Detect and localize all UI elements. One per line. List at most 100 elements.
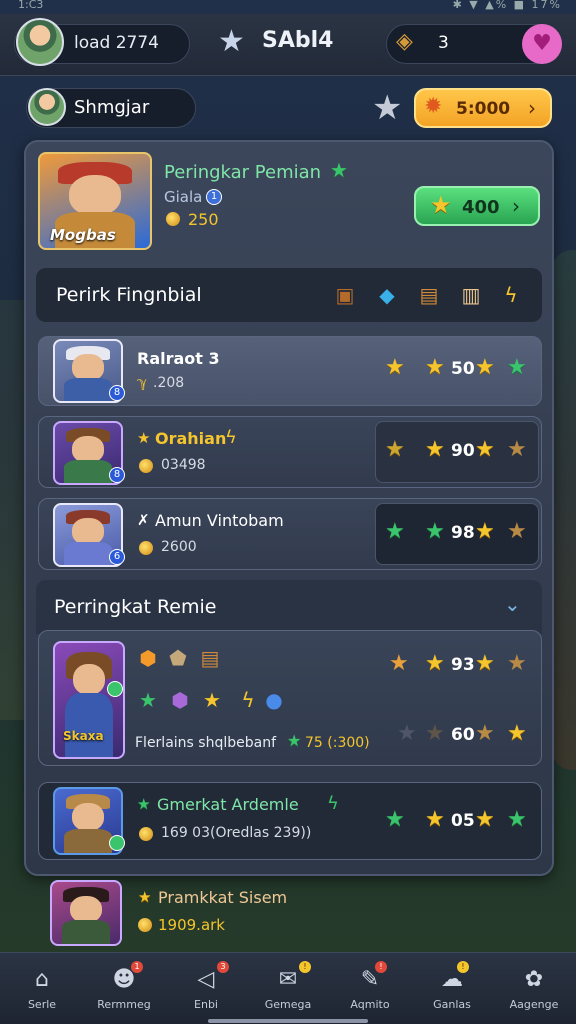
row-score: 50 [451, 359, 475, 379]
lightning-icon: ϟ [504, 283, 518, 307]
star-icon: ★ [138, 888, 152, 906]
star-icon: ★ [385, 355, 405, 380]
nav-item-aqmito[interactable]: ✎ ! Aqmito [329, 953, 411, 1024]
bottom-row-sub: 1909.ark [158, 916, 225, 934]
gear-icon: ✿ [524, 967, 544, 992]
home-indicator [208, 1019, 368, 1023]
row-sub: .208 [153, 375, 185, 391]
background-art-right [552, 250, 576, 770]
row-score: 90 [451, 441, 475, 461]
nav-label: Rermmeg [97, 998, 151, 1011]
hero-title-star-icon: ★ [330, 158, 348, 182]
row-sub: 169 03(Oredlas 239)) [161, 825, 312, 841]
shield-icon: ⬟ [169, 646, 187, 670]
row-name-prefix: ★ [137, 429, 151, 447]
nav-item-gemega[interactable]: ✉ ! Gemega [247, 953, 329, 1024]
gold-icon: ✹ [424, 94, 443, 119]
featured-card[interactable]: Skaxa ⬢ ⬟ ▤ ★ ⬢ ★ ϟ ● Flerlains shqlbeba… [38, 630, 542, 766]
green-star-icon: ★ [139, 688, 157, 712]
chevron-down-icon[interactable]: ⌄ [504, 592, 521, 616]
nav-label: Aqmito [350, 998, 390, 1011]
bottom-row-portrait[interactable] [50, 880, 122, 946]
gold-button[interactable]: ✹ 5:000 › [414, 88, 552, 128]
nav-label: Enbi [194, 998, 218, 1011]
row-rank-badge [109, 835, 125, 851]
star-icon: ★ [425, 651, 445, 676]
treasure-icon: ◈ [396, 29, 413, 54]
hero-claim-button[interactable]: ★ 400 › [414, 186, 540, 226]
dim-star-icon: ★ [425, 721, 445, 746]
star-icon: ★ [425, 437, 445, 462]
row-score: 98 [451, 523, 475, 543]
status-right: ✱ ▼ ▲% ■ 17% [452, 0, 562, 11]
star-icon: ★ [425, 807, 445, 832]
star-icon: ★ [475, 651, 495, 676]
hero-coins: 250 [188, 210, 219, 229]
nav-item-serle[interactable]: ⌂ Serle [1, 953, 83, 1024]
star-icon: ★ [475, 807, 495, 832]
nav-badge: ! [375, 961, 387, 973]
row-name: Ralraot 3 [137, 349, 220, 368]
coin-icon [138, 918, 152, 932]
list-item[interactable]: 6 ✗ Amun Vintobam 2600 ★ ★ 98 ★ ★ [38, 498, 542, 570]
row-name: Orahian [155, 429, 227, 448]
profile-name: Shmgjar [74, 97, 150, 118]
chest-icon: ▣ [335, 283, 355, 307]
bottom-nav: ⌂ Serle ☻ 1 Rermmeg ◁ 3 Enbi ✉ ! Gemega … [0, 952, 576, 1024]
list-item[interactable]: 8 ★ Orahian ϟ 03498 ★ ★ 90 ★ ★ [38, 416, 542, 488]
row-sub-prefix: ℽ [137, 375, 148, 391]
nav-badge: ! [299, 961, 311, 973]
featured-bottom-value: 75 (:300) [305, 735, 370, 751]
row-score: 05 [451, 811, 475, 831]
star-icon: ★ [507, 721, 527, 746]
nav-label: Aagenge [509, 998, 559, 1011]
row-rank-badge: 6 [109, 549, 125, 565]
featured-bottom-text: Flerlains shqlbebanf [135, 735, 276, 751]
star-icon: ★ [475, 519, 495, 544]
currency-value: 3 [438, 33, 449, 53]
coin-icon [139, 827, 153, 841]
featured-score-bottom: 60 [451, 725, 475, 745]
bronze-star-icon: ★ [507, 519, 527, 544]
page-title: SAbl4 [262, 28, 334, 53]
lightning-icon: ϟ [225, 427, 237, 448]
featured-portrait-label: Skaxa [63, 729, 104, 743]
profile-avatar[interactable] [28, 88, 66, 126]
hero-portrait[interactable]: Mogbas [38, 152, 152, 250]
nav-badge: 3 [217, 961, 229, 973]
green-star-icon: ★ [425, 519, 445, 544]
star-icon: ★ [475, 355, 495, 380]
gold-star-icon: ★ [203, 688, 221, 712]
chevron-right-icon: › [528, 96, 536, 120]
dim-star-icon: ★ [397, 721, 417, 746]
nav-item-enbi[interactable]: ◁ 3 Enbi [165, 953, 247, 1024]
list-item[interactable]: ★ Gmerkat Ardemle ϟ 169 03(Oredlas 239))… [38, 782, 542, 860]
button-star-icon: ★ [430, 191, 452, 219]
nav-item-aagenge[interactable]: ✿ Aagenge [493, 953, 575, 1024]
gold-value: 5:000 [456, 99, 511, 119]
hero-button-label: 400 [462, 197, 500, 218]
section-header-2[interactable]: Perringkat Remie ⌄ [36, 580, 542, 634]
status-left: 1:C3 [18, 0, 44, 11]
scroll-icon: ▥ [461, 283, 481, 307]
row-sub: 03498 [161, 457, 206, 473]
nav-item-ganlas[interactable]: ☁ ! Ganlas [411, 953, 493, 1024]
nav-badge: 1 [131, 961, 143, 973]
player-avatar[interactable] [16, 18, 64, 66]
green-star-icon: ★ [385, 519, 405, 544]
blue-orb-icon: ● [265, 688, 283, 712]
chest-icon: ▤ [200, 646, 220, 670]
bronze-star-icon: ★ [475, 721, 495, 746]
row-name-prefix: ✗ [137, 511, 150, 529]
star-icon: ★ [425, 355, 445, 380]
chevron-right-icon: › [512, 194, 520, 218]
nav-item-rermmeg[interactable]: ☻ 1 Rermmeg [83, 953, 165, 1024]
green-star-icon: ★ [507, 807, 527, 832]
shop-button[interactable]: ♥ [522, 24, 562, 64]
house-icon: ⌂ [35, 967, 49, 992]
top-bar: load 2774 ★ SAbl4 ◈ 3 ♥ [0, 14, 576, 76]
lightning-icon: ϟ [327, 793, 339, 814]
list-item[interactable]: 8 Ralraot 3 ℽ .208 ★ ★ 50 ★ ★ [38, 336, 542, 406]
nav-label: Gemega [264, 998, 312, 1011]
nav-label: Ganlas [433, 998, 471, 1011]
